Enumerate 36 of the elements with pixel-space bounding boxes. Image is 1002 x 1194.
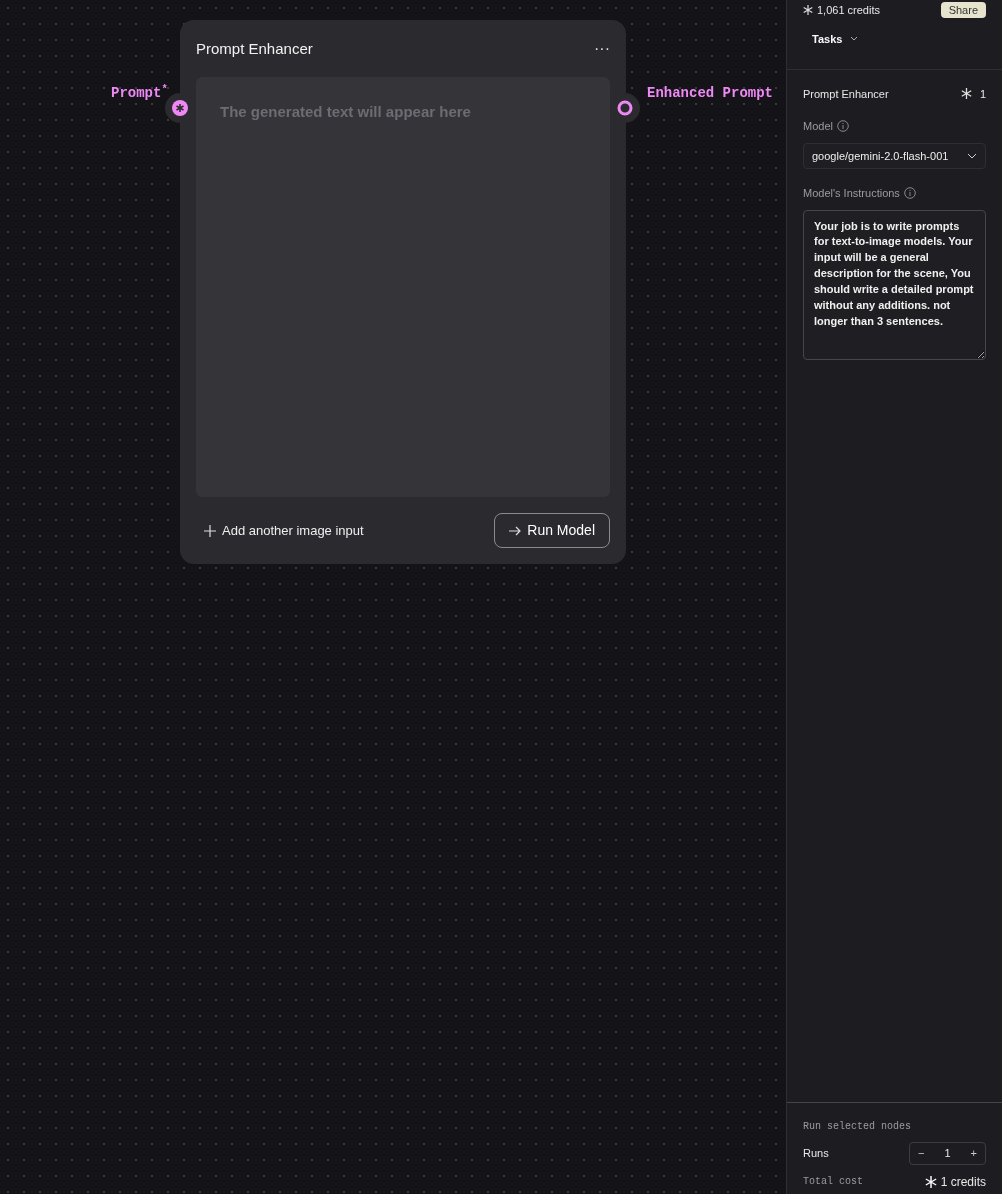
node-title: Prompt Enhancer xyxy=(196,39,313,59)
total-cost-label: Total cost xyxy=(803,1175,863,1189)
menu-button[interactable]: ··· xyxy=(594,41,610,58)
chevron-down-icon xyxy=(967,152,977,159)
total-cost: 1 credits xyxy=(924,1172,986,1191)
info-icon xyxy=(903,187,916,200)
model-label: Model xyxy=(803,119,833,134)
increment-button[interactable]: + xyxy=(962,1143,985,1164)
node-title: Prompt Enhancer xyxy=(803,86,889,102)
chevron-down-icon xyxy=(850,36,859,43)
tasks-dropdown[interactable]: Tasks xyxy=(803,26,868,53)
share-button[interactable]: Share xyxy=(940,1,986,19)
instructions-field[interactable]: Your job is to write prompts for text-to-image models. Your input will be a general description for the scene, You should write a detailed prompt without any additions. not longer than 3 sentences. xyxy=(803,209,986,360)
asterisk-icon xyxy=(960,88,972,100)
output-handle[interactable] xyxy=(617,100,633,116)
decrement-button[interactable]: − xyxy=(910,1143,933,1164)
add-image-input-button[interactable]: Add another image input xyxy=(204,520,364,541)
asterisk-icon xyxy=(924,1175,937,1188)
node-card[interactable]: Prompt Enhancer ··· The generated text will appear here Add another image input Run Model xyxy=(180,20,626,564)
instructions-label: Model's Instructions xyxy=(803,186,900,201)
info-icon xyxy=(836,120,849,133)
arrow-right-icon xyxy=(509,524,522,537)
runs-value: 1 xyxy=(944,1146,951,1161)
runs-stepper[interactable]: − 1 + xyxy=(909,1142,986,1165)
model-select[interactable]: google/gemini-2.0-flash-001 xyxy=(803,142,986,169)
credits-balance: 1,061 credits xyxy=(803,1,880,19)
node-cost: 1 xyxy=(960,85,986,102)
runs-label: Runs xyxy=(803,1146,829,1161)
footer-title: Run selected nodes xyxy=(803,1120,913,1134)
output-handle-label: Enhanced Prompt xyxy=(647,84,774,103)
input-handle[interactable] xyxy=(172,100,188,116)
run-model-button[interactable]: Run Model xyxy=(494,513,610,548)
asterisk-icon xyxy=(803,5,813,15)
output-text-area: The generated text will appear here xyxy=(196,76,610,497)
plus-icon xyxy=(204,524,216,537)
input-handle-label: Prompt$^{*}$ xyxy=(111,83,168,103)
